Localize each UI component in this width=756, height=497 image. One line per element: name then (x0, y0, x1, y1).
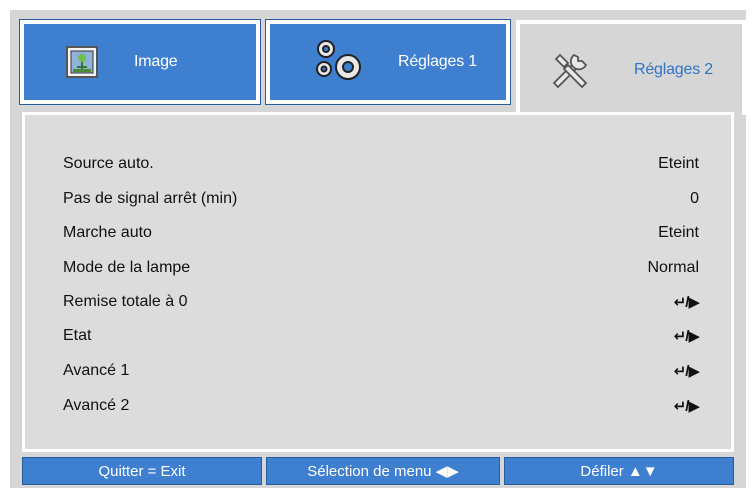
tools-icon (546, 45, 596, 95)
setting-value: 0 (690, 190, 699, 207)
enter-submenu-icon: ↵/▶ (673, 294, 700, 311)
setting-row-reset-all[interactable]: Remise totale à 0 ↵/▶ (63, 289, 700, 315)
scroll-label: Défiler ▲▼ (580, 462, 658, 480)
setting-label: Remise totale à 0 (63, 293, 188, 310)
image-icon (64, 44, 100, 80)
setting-label: Source auto. (63, 155, 154, 172)
setting-label: Marche auto (63, 224, 152, 241)
menu-select-button[interactable]: Sélection de menu ◀▶ (266, 457, 500, 485)
gears-icon (310, 37, 368, 87)
tab-settings-2-label: Réglages 2 (634, 60, 713, 78)
setting-label: Etat (63, 327, 92, 344)
exit-label: Quitter = Exit (98, 462, 186, 480)
setting-label: Mode de la lampe (63, 259, 191, 276)
tab-settings-2[interactable]: Réglages 2 (516, 20, 746, 115)
osd-menu: Image Réglages 1 Réglages 2 Source auto.… (10, 10, 746, 488)
enter-submenu-icon: ↵/▶ (673, 398, 700, 415)
tab-settings-1-label: Réglages 1 (398, 53, 477, 70)
setting-row-advanced-1[interactable]: Avancé 1 ↵/▶ (63, 358, 700, 384)
setting-label: Pas de signal arrêt (min) (63, 190, 238, 207)
setting-row-status[interactable]: Etat ↵/▶ (63, 323, 700, 349)
setting-value: Eteint (658, 155, 699, 172)
scroll-button[interactable]: Défiler ▲▼ (504, 457, 734, 485)
setting-row-lamp-mode[interactable]: Mode de la lampe Normal (63, 255, 699, 281)
menu-select-label: Sélection de menu ◀▶ (307, 463, 459, 480)
setting-row-source-auto[interactable]: Source auto. Eteint (63, 151, 699, 177)
setting-row-advanced-2[interactable]: Avancé 2 ↵/▶ (63, 393, 700, 419)
setting-row-no-signal-off[interactable]: Pas de signal arrêt (min) 0 (63, 186, 699, 212)
tab-settings-1[interactable]: Réglages 1 (265, 19, 511, 105)
setting-value: Normal (647, 259, 699, 276)
exit-button[interactable]: Quitter = Exit (22, 457, 262, 485)
setting-label: Avancé 1 (63, 362, 130, 379)
setting-value: Eteint (658, 224, 699, 241)
enter-submenu-icon: ↵/▶ (673, 363, 700, 380)
setting-label: Avancé 2 (63, 397, 130, 414)
setting-row-auto-power-on[interactable]: Marche auto Eteint (63, 220, 699, 246)
tab-image-label: Image (134, 53, 178, 70)
tab-image[interactable]: Image (19, 19, 261, 105)
settings-panel: Source auto. Eteint Pas de signal arrêt … (22, 112, 734, 452)
enter-submenu-icon: ↵/▶ (673, 328, 700, 345)
